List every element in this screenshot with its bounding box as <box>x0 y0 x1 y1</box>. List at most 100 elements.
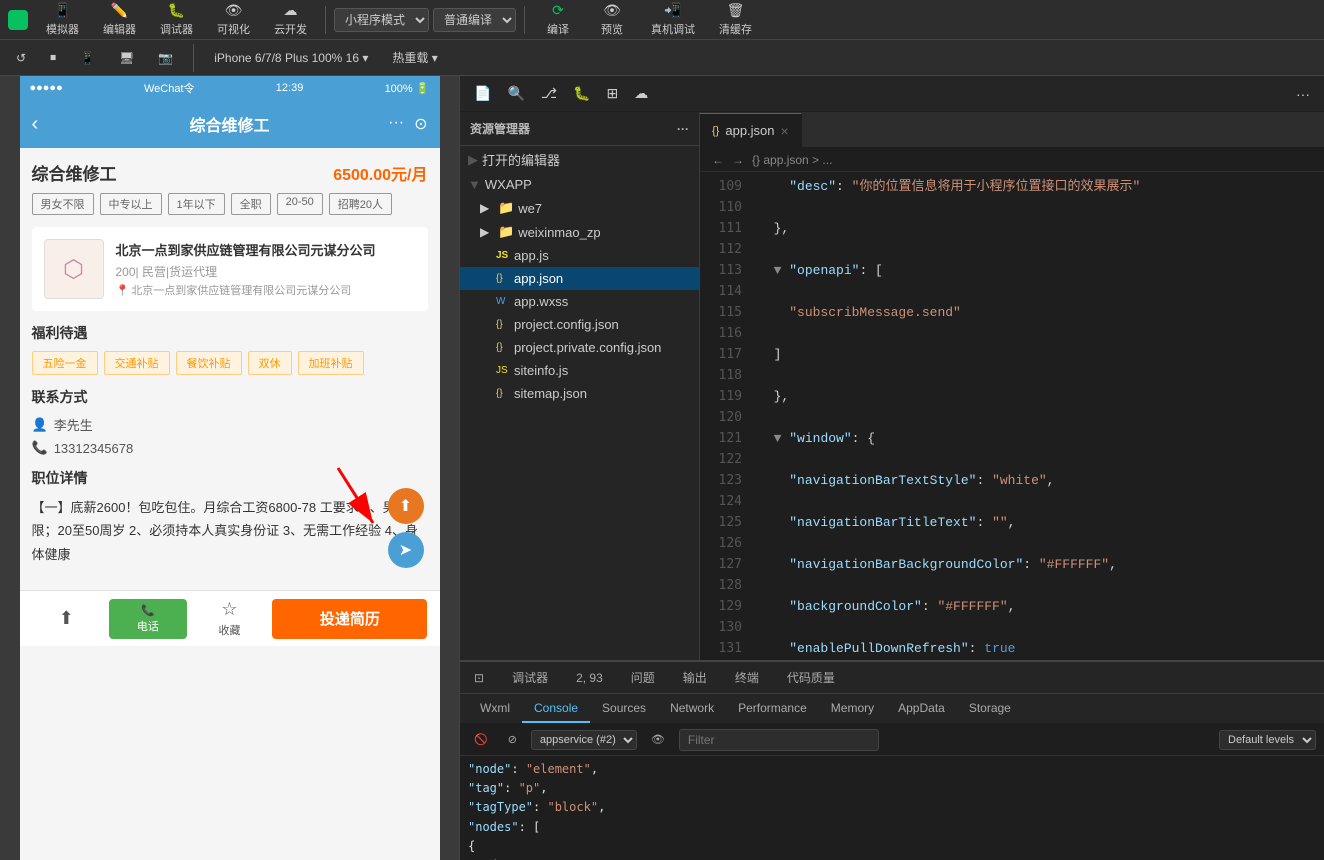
separator-2 <box>524 6 525 34</box>
tag-count: 招聘20人 <box>329 193 392 215</box>
call-icon: 📞 <box>141 604 155 617</box>
stop-btn[interactable]: ⏹ <box>42 47 64 68</box>
code-quality-label[interactable]: 代码质量 <box>781 665 841 690</box>
mode-select[interactable]: 小程序模式 <box>334 8 429 32</box>
appjson-tab[interactable]: {} app.json × <box>700 113 802 147</box>
file-tree-more-icon[interactable]: ··· <box>677 122 689 136</box>
log-level-select[interactable]: Default levels <box>1219 730 1316 750</box>
editor-panel: 📄 🔍 ⎇ 🐛 ⊞ ☁ ··· 资源管理器 ··· ▶ 打开的编辑器 <box>460 76 1324 860</box>
code-body[interactable]: 109 110 111 112 113 114 115 116 117 118 … <box>700 172 1324 660</box>
appjson-file[interactable]: {} app.json <box>460 267 699 290</box>
compile-select[interactable]: 普通编译 <box>433 8 516 32</box>
output-label[interactable]: 输出 <box>677 665 713 690</box>
tag-age: 20-50 <box>277 193 323 215</box>
cloud-btn[interactable]: ☁ 云开发 <box>264 0 317 39</box>
wxapp-section[interactable]: ▼ WXAPP <box>460 173 699 196</box>
tab-wxml[interactable]: Wxml <box>468 695 522 723</box>
preview-btn[interactable]: 👁 预览 <box>587 0 637 39</box>
issues-label[interactable]: 问题 <box>625 665 661 690</box>
tab-appdata[interactable]: AppData <box>886 695 957 723</box>
project-private-config-file[interactable]: {} project.private.config.json <box>460 336 699 359</box>
debugger-btn[interactable]: 🐛 调试器 <box>150 0 203 39</box>
console-line-0: "node": "element", <box>468 760 1316 779</box>
real-device-btn[interactable]: 📲 真机调试 <box>641 0 705 39</box>
nav-forward-icon[interactable]: → <box>732 153 744 167</box>
eye-icon-btn[interactable]: 👁 <box>645 731 671 748</box>
weixinmao-folder[interactable]: ▶ 📁 weixinmao_zp <box>460 220 699 244</box>
tab-network[interactable]: Network <box>658 695 726 723</box>
screenshot-btn[interactable]: 📷 <box>150 48 181 68</box>
console-filter-input[interactable] <box>679 729 879 751</box>
open-editors-section[interactable]: ▶ 打开的编辑器 <box>460 146 699 173</box>
git-btn[interactable]: ⎇ <box>535 81 563 106</box>
more-icon[interactable]: ··· <box>388 114 404 134</box>
tab-memory[interactable]: Memory <box>819 695 886 723</box>
device-select[interactable]: iPhone 6/7/8 Plus 100% 16 ▾ <box>206 48 376 68</box>
welfare-3: 双休 <box>248 351 292 375</box>
company-logo: ⬡ <box>44 239 104 299</box>
clear-cache-btn[interactable]: 🗑 清缓存 <box>709 0 762 39</box>
welfare-title: 福利待遇 <box>32 323 428 343</box>
company-detail: 200| 民营|货运代理 <box>116 263 416 280</box>
breadcrumb-bar: ← → {} app.json > ... <box>700 148 1324 172</box>
phone-btn[interactable]: 📱 <box>72 48 103 68</box>
appjs-file[interactable]: JS app.js <box>460 244 699 267</box>
nav-back-icon[interactable]: ← <box>712 153 724 167</box>
sitemap-file[interactable]: {} sitemap.json <box>460 382 699 405</box>
tab-console[interactable]: Console <box>522 695 590 723</box>
tab-sources[interactable]: Sources <box>590 695 658 723</box>
simulator-btn[interactable]: 📱 模拟器 <box>36 0 89 39</box>
devtools-toggle-btn[interactable]: ⊡ <box>468 667 490 689</box>
sitemap-icon: {} <box>496 388 510 399</box>
apply-bottom-btn[interactable]: 投递简历 <box>272 599 427 639</box>
battery-display: 100% 🔋 <box>385 82 430 95</box>
welfare-tags: 五险一金 交通补贴 餐饮补贴 双休 加班补贴 <box>32 351 428 375</box>
more-btn[interactable]: ··· <box>1290 82 1316 106</box>
nav-icons: ··· ⊙ <box>388 114 427 134</box>
phone-status-bar: ●●●●● WeChat令 12:39 100% 🔋 <box>20 76 440 100</box>
welfare-4: 加班补贴 <box>298 351 364 375</box>
collect-bottom-btn[interactable]: ☆ 收藏 <box>191 599 269 638</box>
tag-type: 全职 <box>231 193 271 215</box>
phone-screen[interactable]: ●●●●● WeChat令 12:39 100% 🔋 ‹ 综合维修工 ··· ⊙ <box>20 76 440 860</box>
console-clear-btn[interactable]: 🚫 <box>468 731 494 748</box>
open-editors-label: 打开的编辑器 <box>482 150 560 169</box>
cloud-storage-btn[interactable]: ☁ <box>628 81 654 106</box>
hot-reload-btn[interactable]: 热重载 ▾ <box>384 46 445 69</box>
job-title: 综合维修工 <box>32 160 117 185</box>
appwxss-file[interactable]: W app.wxss <box>460 290 699 313</box>
extensions-btn[interactable]: ⊞ <box>600 81 624 106</box>
screen-btn[interactable]: 🖥 <box>111 48 142 68</box>
share-bottom-btn[interactable]: ⬆ <box>28 608 106 629</box>
editor-btn[interactable]: ✏️ 编辑器 <box>93 0 146 39</box>
we7-folder[interactable]: ▶ 📁 we7 <box>460 196 699 220</box>
collect-icon: ☆ <box>221 599 237 620</box>
console-filter-toggle[interactable]: ⊘ <box>502 731 523 748</box>
file-explorer-btn[interactable]: 📄 <box>468 81 497 106</box>
phone-bottom-bar: ⬆ 📞 电话 ☆ 收藏 投递简历 <box>20 590 440 646</box>
terminal-label[interactable]: 终端 <box>729 665 765 690</box>
main-area: ●●●●● WeChat令 12:39 100% 🔋 ‹ 综合维修工 ··· ⊙ <box>0 76 1324 860</box>
camera-icon[interactable]: ⊙ <box>414 114 427 134</box>
console-line-1: "tag": "p", <box>468 779 1316 798</box>
appjson-label: app.json <box>514 271 563 286</box>
tab-close-btn[interactable]: × <box>781 123 789 139</box>
compile-btn[interactable]: ⟳ 编译 <box>533 0 583 39</box>
visual-btn[interactable]: 👁 可视化 <box>207 0 260 39</box>
siteinfo-file[interactable]: JS siteinfo.js <box>460 359 699 382</box>
search-btn[interactable]: 🔍 <box>501 81 530 106</box>
location-btn[interactable]: ➤ <box>388 532 424 568</box>
tab-storage[interactable]: Storage <box>957 695 1023 723</box>
project-config-file[interactable]: {} project.config.json <box>460 313 699 336</box>
share-btn[interactable]: ⬆ <box>388 488 424 524</box>
welfare-0: 五险一金 <box>32 351 98 375</box>
appservice-select[interactable]: appservice (#2) <box>531 730 637 750</box>
debugger-label: 调试器 <box>506 665 554 690</box>
debug-btn[interactable]: 🐛 <box>567 81 596 106</box>
welfare-1: 交通补贴 <box>104 351 170 375</box>
tab-performance[interactable]: Performance <box>726 695 819 723</box>
back-button[interactable]: ‹ <box>32 113 39 136</box>
refresh-btn[interactable]: ↺ <box>8 48 34 68</box>
call-bottom-btn[interactable]: 📞 电话 <box>109 599 187 639</box>
company-row: ⬡ 北京一点到家供应链管理有限公司元谋分公司 200| 民营|货运代理 📍 北京… <box>32 227 428 311</box>
